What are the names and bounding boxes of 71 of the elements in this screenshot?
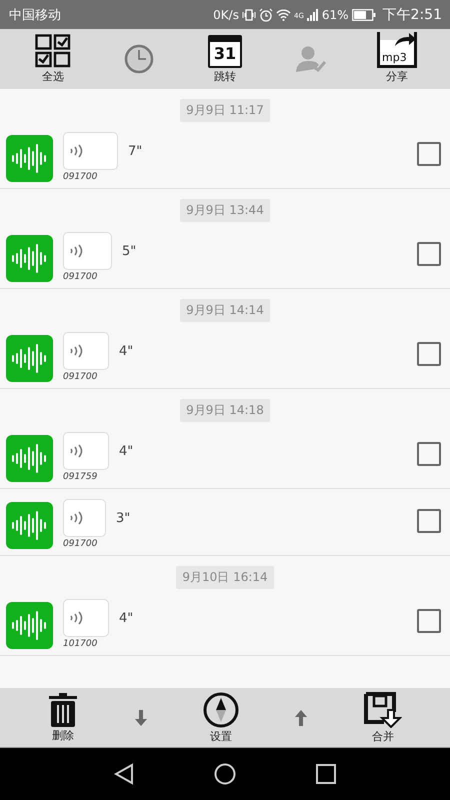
- clock-time: 下午2:51: [382, 6, 442, 24]
- voice-bubble[interactable]: [63, 232, 112, 270]
- duration: 4": [119, 344, 134, 359]
- sound-waves-icon: [69, 343, 83, 359]
- merge-button[interactable]: 合并: [364, 692, 402, 744]
- network-speed: 0K/s: [213, 8, 239, 22]
- sound-waves-icon: [69, 510, 83, 526]
- voice-bubble[interactable]: [63, 432, 109, 470]
- date-label: 9月9日 14:14: [180, 299, 270, 322]
- recording-code: 101700: [63, 639, 98, 649]
- checkbox[interactable]: [417, 609, 441, 633]
- checkbox[interactable]: [417, 342, 441, 366]
- sound-waves-icon: [69, 443, 83, 459]
- save-download-icon: [364, 692, 402, 728]
- sound-waves-icon: [69, 243, 83, 259]
- date-label: 9月9日 13:44: [180, 199, 270, 222]
- mp3-share-icon: mp3: [377, 32, 417, 68]
- duration: 7": [128, 144, 144, 159]
- battery-percent: 61%: [322, 8, 349, 22]
- wifi-icon: [276, 8, 291, 21]
- checkbox-grid-icon: [35, 34, 71, 68]
- alarm-icon: [258, 8, 273, 22]
- duration: 4": [119, 444, 134, 459]
- signal-icon: [306, 8, 319, 21]
- carrier-name: 中国移动: [9, 6, 61, 24]
- clock-icon: [124, 44, 154, 74]
- settings-button[interactable]: 设置: [202, 692, 239, 744]
- share-button[interactable]: mp3 分享: [367, 34, 427, 84]
- duration: 3": [116, 511, 132, 526]
- waveform-icon[interactable]: [6, 602, 53, 649]
- waveform-icon[interactable]: [6, 435, 53, 482]
- person-check-icon: [295, 45, 327, 73]
- recording-code: 091700: [63, 272, 98, 282]
- date-label: 9月9日 14:18: [180, 399, 270, 422]
- down-arrow-icon: [134, 710, 147, 726]
- home-icon[interactable]: [214, 763, 236, 785]
- date-label: 9月10日 16:14: [176, 566, 274, 589]
- checkbox[interactable]: [417, 142, 441, 166]
- checkbox[interactable]: [417, 442, 441, 466]
- recording-code: 091700: [63, 172, 98, 182]
- duration: 5": [122, 244, 138, 259]
- waveform-icon[interactable]: [6, 235, 53, 282]
- duration: 4": [119, 611, 134, 626]
- up-button[interactable]: [295, 710, 308, 726]
- voice-bubble[interactable]: [63, 332, 109, 370]
- recording-code: 091700: [63, 372, 98, 382]
- sound-waves-icon: [69, 610, 83, 626]
- voice-bubble[interactable]: [63, 499, 106, 537]
- date-label: 9月9日 11:17: [180, 99, 270, 122]
- checkbox[interactable]: [417, 509, 441, 533]
- recent-apps-icon[interactable]: [316, 764, 336, 784]
- select-all-button[interactable]: 全选: [23, 34, 83, 84]
- waveform-icon[interactable]: [6, 335, 53, 382]
- back-icon[interactable]: [114, 763, 134, 785]
- calendar-icon: 31: [208, 34, 242, 68]
- trash-icon: [48, 692, 78, 726]
- voice-bubble[interactable]: [63, 599, 109, 637]
- recording-code: 091700: [63, 539, 98, 549]
- down-button[interactable]: [134, 710, 147, 726]
- checkbox[interactable]: [417, 242, 441, 266]
- waveform-icon[interactable]: [6, 135, 53, 182]
- sound-waves-icon: [69, 143, 83, 159]
- vibrate-icon: [242, 8, 256, 22]
- calendar-button[interactable]: 31 跳转: [195, 34, 255, 84]
- voice-bubble[interactable]: [63, 132, 118, 170]
- waveform-icon[interactable]: [6, 502, 53, 549]
- battery-icon: [352, 8, 376, 20]
- up-arrow-icon: [295, 710, 308, 726]
- compass-icon: [202, 692, 239, 728]
- recording-code: 091759: [63, 472, 98, 482]
- delete-button[interactable]: 删除: [48, 692, 78, 742]
